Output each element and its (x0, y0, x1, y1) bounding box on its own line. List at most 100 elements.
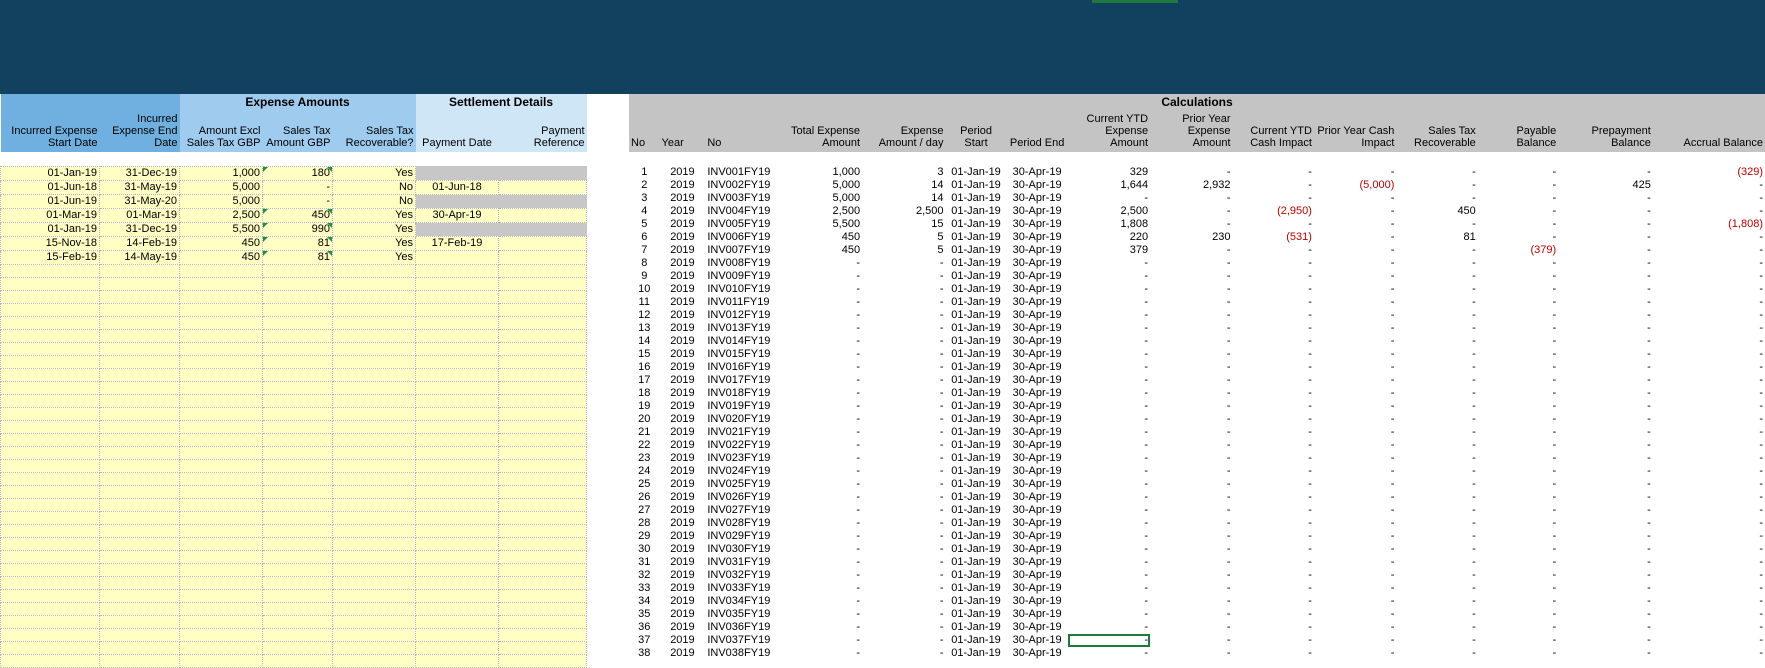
total-expense-cell[interactable]: - (779, 465, 862, 478)
prior-year-cash-cell[interactable]: - (1314, 387, 1396, 400)
empty-input-cell[interactable] (498, 315, 588, 330)
expense-per-day-cell[interactable]: - (862, 270, 945, 283)
prepayment-balance-cell[interactable]: - (1558, 595, 1653, 608)
payment-date-cell[interactable] (415, 194, 499, 208)
period-end-cell[interactable]: 30-Apr-19 (1007, 205, 1068, 218)
empty-input-cell[interactable] (99, 640, 180, 655)
empty-input-cell[interactable] (0, 510, 100, 525)
sales-tax-recoverable-cell[interactable]: 81 (1396, 231, 1477, 244)
current-ytd-cash-cell[interactable]: - (1233, 387, 1314, 400)
empty-input-cell[interactable] (498, 497, 588, 512)
accrual-balance-cell[interactable]: - (1653, 595, 1765, 608)
prepayment-balance-cell[interactable]: - (1558, 257, 1653, 270)
recoverable-cell[interactable]: Yes (331, 165, 417, 181)
empty-input-cell[interactable] (0, 614, 100, 629)
tax-amount-cell[interactable]: - (262, 193, 333, 209)
invoice-no-cell[interactable]: INV028FY19 (705, 517, 778, 530)
prior-year-cash-cell[interactable]: - (1314, 595, 1396, 608)
expense-per-day-cell[interactable]: - (862, 517, 945, 530)
total-expense-cell[interactable]: - (779, 439, 862, 452)
prepayment-balance-cell[interactable]: - (1558, 166, 1653, 179)
current-ytd-cash-cell[interactable]: - (1233, 361, 1314, 374)
empty-input-cell[interactable] (498, 510, 588, 525)
payable-balance-cell[interactable]: - (1478, 387, 1558, 400)
year-cell[interactable]: 2019 (660, 218, 706, 231)
accrual-balance-cell[interactable]: - (1653, 387, 1765, 400)
invoice-no-cell[interactable]: INV008FY19 (705, 257, 778, 270)
empty-input-cell[interactable] (331, 367, 417, 382)
current-ytd-cash-cell[interactable]: - (1233, 582, 1314, 595)
prepayment-balance-cell[interactable]: - (1558, 452, 1653, 465)
payable-balance-cell[interactable]: - (1478, 426, 1558, 439)
empty-input-cell[interactable] (179, 432, 263, 447)
period-end-cell[interactable]: 30-Apr-19 (1007, 335, 1068, 348)
empty-input-cell[interactable] (99, 575, 180, 590)
empty-input-cell[interactable] (0, 484, 100, 499)
row-no-cell[interactable]: 5 (629, 218, 660, 231)
empty-input-cell[interactable] (0, 588, 100, 603)
period-end-cell[interactable]: 30-Apr-19 (1007, 413, 1068, 426)
current-ytd-expense-cell[interactable]: - (1068, 530, 1150, 543)
period-end-cell[interactable]: 30-Apr-19 (1007, 439, 1068, 452)
empty-input-cell[interactable] (415, 575, 500, 590)
empty-input-cell[interactable] (0, 536, 100, 551)
prior-year-expense-cell[interactable]: - (1150, 426, 1232, 439)
empty-input-cell[interactable] (498, 536, 588, 551)
sales-tax-recoverable-cell[interactable]: - (1396, 543, 1477, 556)
prior-year-cash-cell[interactable]: - (1314, 413, 1396, 426)
row-no-cell[interactable]: 21 (629, 426, 660, 439)
empty-input-cell[interactable] (262, 263, 333, 278)
amount-cell[interactable]: 450 (179, 235, 263, 251)
year-cell[interactable]: 2019 (660, 647, 706, 660)
sales-tax-recoverable-cell[interactable]: - (1396, 504, 1477, 517)
invoice-no-cell[interactable]: INV013FY19 (705, 322, 778, 335)
current-ytd-cash-cell[interactable]: - (1233, 426, 1314, 439)
payable-balance-cell[interactable]: - (1478, 517, 1558, 530)
empty-input-cell[interactable] (0, 380, 100, 395)
payable-balance-cell[interactable]: - (1478, 348, 1558, 361)
recoverable-cell[interactable]: No (331, 193, 417, 209)
payable-balance-cell[interactable]: - (1478, 530, 1558, 543)
expense-per-day-cell[interactable]: 14 (862, 192, 945, 205)
empty-input-cell[interactable] (262, 653, 333, 668)
total-expense-cell[interactable]: - (779, 309, 862, 322)
accrual-balance-cell[interactable]: - (1653, 465, 1765, 478)
year-cell[interactable]: 2019 (660, 439, 706, 452)
current-ytd-expense-cell[interactable]: - (1068, 361, 1150, 374)
sales-tax-recoverable-cell[interactable]: - (1396, 361, 1477, 374)
accrual-balance-cell[interactable]: - (1653, 634, 1765, 647)
empty-input-cell[interactable] (498, 341, 588, 356)
total-expense-cell[interactable]: - (779, 374, 862, 387)
expense-per-day-cell[interactable]: - (862, 335, 945, 348)
empty-input-cell[interactable] (415, 380, 500, 395)
expense-per-day-cell[interactable]: - (862, 647, 945, 660)
prior-year-expense-cell[interactable]: - (1150, 309, 1232, 322)
empty-input-cell[interactable] (0, 289, 100, 304)
period-end-cell[interactable]: 30-Apr-19 (1007, 257, 1068, 270)
amount-cell[interactable]: 5,000 (179, 179, 263, 195)
prior-year-cash-cell[interactable]: - (1314, 517, 1396, 530)
total-expense-cell[interactable]: 5,000 (779, 179, 862, 192)
expense-per-day-cell[interactable]: - (862, 569, 945, 582)
total-expense-cell[interactable]: - (779, 478, 862, 491)
end-date-cell[interactable]: 01-Mar-19 (99, 207, 180, 223)
current-ytd-cash-cell[interactable]: - (1233, 465, 1314, 478)
period-start-cell[interactable]: 01-Jan-19 (946, 257, 1007, 270)
empty-input-cell[interactable] (262, 523, 333, 538)
period-end-cell[interactable]: 30-Apr-19 (1007, 374, 1068, 387)
empty-input-cell[interactable] (99, 315, 180, 330)
start-date-cell[interactable]: 01-Jun-19 (0, 193, 100, 209)
sales-tax-recoverable-cell[interactable]: - (1396, 491, 1477, 504)
empty-input-cell[interactable] (498, 263, 588, 278)
period-end-cell[interactable]: 30-Apr-19 (1007, 517, 1068, 530)
current-ytd-cash-cell[interactable]: - (1233, 218, 1314, 231)
sales-tax-recoverable-cell[interactable]: - (1396, 452, 1477, 465)
current-ytd-expense-cell[interactable]: - (1068, 283, 1150, 296)
payable-balance-cell[interactable]: - (1478, 257, 1558, 270)
sales-tax-recoverable-cell[interactable]: - (1396, 634, 1477, 647)
total-expense-cell[interactable]: - (779, 387, 862, 400)
row-no-cell[interactable]: 29 (629, 530, 660, 543)
end-date-cell[interactable]: 31-Dec-19 (99, 221, 180, 237)
expense-per-day-cell[interactable]: - (862, 595, 945, 608)
period-start-cell[interactable]: 01-Jan-19 (946, 309, 1007, 322)
